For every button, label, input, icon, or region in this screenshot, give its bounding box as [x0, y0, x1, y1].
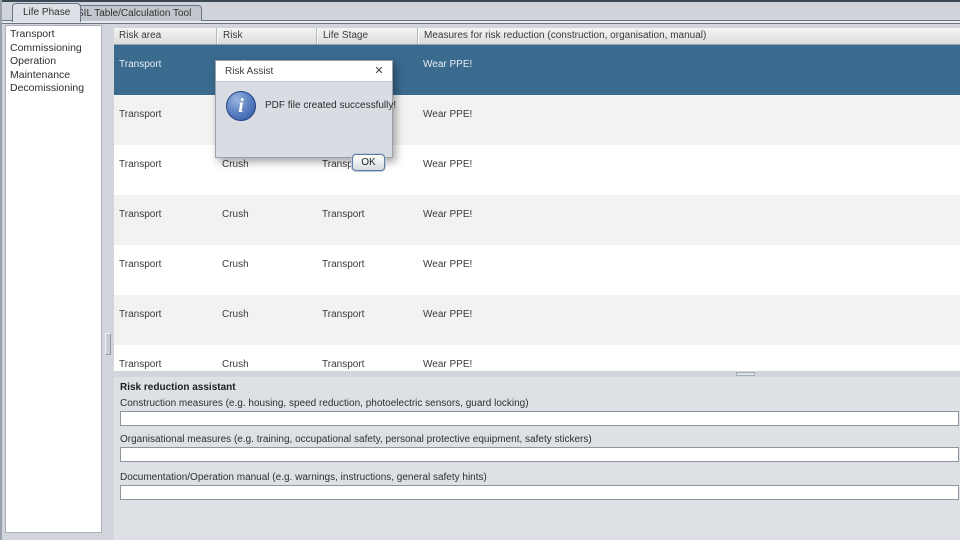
- tab-life-phase[interactable]: Life Phase: [12, 3, 81, 22]
- construction-measures-label: Construction measures (e.g. housing, spe…: [120, 398, 529, 409]
- dialog-body: i PDF file created successfully! OK: [216, 82, 392, 158]
- cell-risk-area: Transport: [114, 45, 217, 95]
- cell-measures: Wear PPE!: [418, 195, 960, 245]
- table-row[interactable]: Transport Crush Transport Wear PPE!: [114, 295, 960, 345]
- cell-risk-area: Transport: [114, 245, 217, 295]
- cell-risk: Crush: [217, 345, 317, 371]
- documentation-manual-label: Documentation/Operation manual (e.g. war…: [120, 472, 487, 483]
- cell-risk-area: Transport: [114, 195, 217, 245]
- close-icon[interactable]: ✕: [369, 61, 389, 81]
- cell-life-stage: Transport: [317, 345, 418, 371]
- cell-risk-area: Transport: [114, 345, 217, 371]
- cell-life-stage: Transport: [317, 195, 418, 245]
- risk-assist-dialog: Risk Assist ✕ i PDF file created success…: [215, 60, 393, 158]
- cell-risk-area: Transport: [114, 295, 217, 345]
- cell-measures: Wear PPE!: [418, 295, 960, 345]
- cell-risk: Crush: [217, 195, 317, 245]
- cell-risk: Crush: [217, 295, 317, 345]
- dialog-message: PDF file created successfully!: [265, 100, 396, 111]
- dialog-title-bar[interactable]: Risk Assist ✕: [216, 61, 392, 82]
- info-icon: i: [226, 91, 256, 121]
- organisational-measures-label: Organisational measures (e.g. training, …: [120, 434, 592, 445]
- dialog-title: Risk Assist: [216, 66, 369, 77]
- vertical-splitter[interactable]: [103, 25, 114, 533]
- cell-life-stage: Transport: [317, 295, 418, 345]
- column-header-risk-area[interactable]: Risk area: [114, 28, 217, 44]
- vertical-splitter-grip[interactable]: [105, 333, 111, 355]
- organisational-measures-input[interactable]: [120, 447, 959, 462]
- documentation-manual-input[interactable]: [120, 485, 959, 500]
- sidebar-item-maintenance[interactable]: Maintenance: [10, 69, 101, 83]
- cell-measures: Wear PPE!: [418, 95, 960, 145]
- sidebar-item-operation[interactable]: Operation: [10, 55, 101, 69]
- cell-risk: Crush: [217, 245, 317, 295]
- column-header-life-stage[interactable]: Life Stage: [317, 28, 418, 44]
- sidebar-item-commissioning[interactable]: Commissioning: [10, 42, 101, 56]
- cell-measures: Wear PPE!: [418, 245, 960, 295]
- table-row[interactable]: Transport Crush Transport Wear PPE!: [114, 195, 960, 245]
- risk-table-header: Risk area Risk Life Stage Measures for r…: [114, 28, 960, 45]
- construction-measures-input[interactable]: [120, 411, 959, 426]
- sidebar-item-decomissioning[interactable]: Decomissioning: [10, 82, 101, 96]
- column-header-risk[interactable]: Risk: [217, 28, 317, 44]
- table-row[interactable]: Transport Crush Transport Wear PPE!: [114, 245, 960, 295]
- column-header-measures[interactable]: Measures for risk reduction (constructio…: [418, 28, 960, 44]
- ok-button[interactable]: OK: [352, 154, 385, 171]
- cell-life-stage: Transport: [317, 245, 418, 295]
- tab-sil-table-calculation-tool[interactable]: SIL Table/Calculation Tool: [66, 5, 202, 21]
- sidebar-item-transport[interactable]: Transport: [10, 28, 101, 42]
- life-phase-sidebar: Transport Commissioning Operation Mainte…: [5, 25, 102, 533]
- cell-risk-area: Transport: [114, 145, 217, 195]
- cell-measures: Wear PPE!: [418, 145, 960, 195]
- assistant-panel-title: Risk reduction assistant: [120, 382, 236, 393]
- cell-risk-area: Transport: [114, 95, 217, 145]
- cell-measures: Wear PPE!: [418, 45, 960, 95]
- table-row[interactable]: Transport Crush Transport Wear PPE!: [114, 345, 960, 371]
- cell-measures: Wear PPE!: [418, 345, 960, 371]
- horizontal-splitter-grip[interactable]: [736, 372, 755, 376]
- risk-reduction-assistant-panel: Risk reduction assistant Construction me…: [114, 377, 960, 540]
